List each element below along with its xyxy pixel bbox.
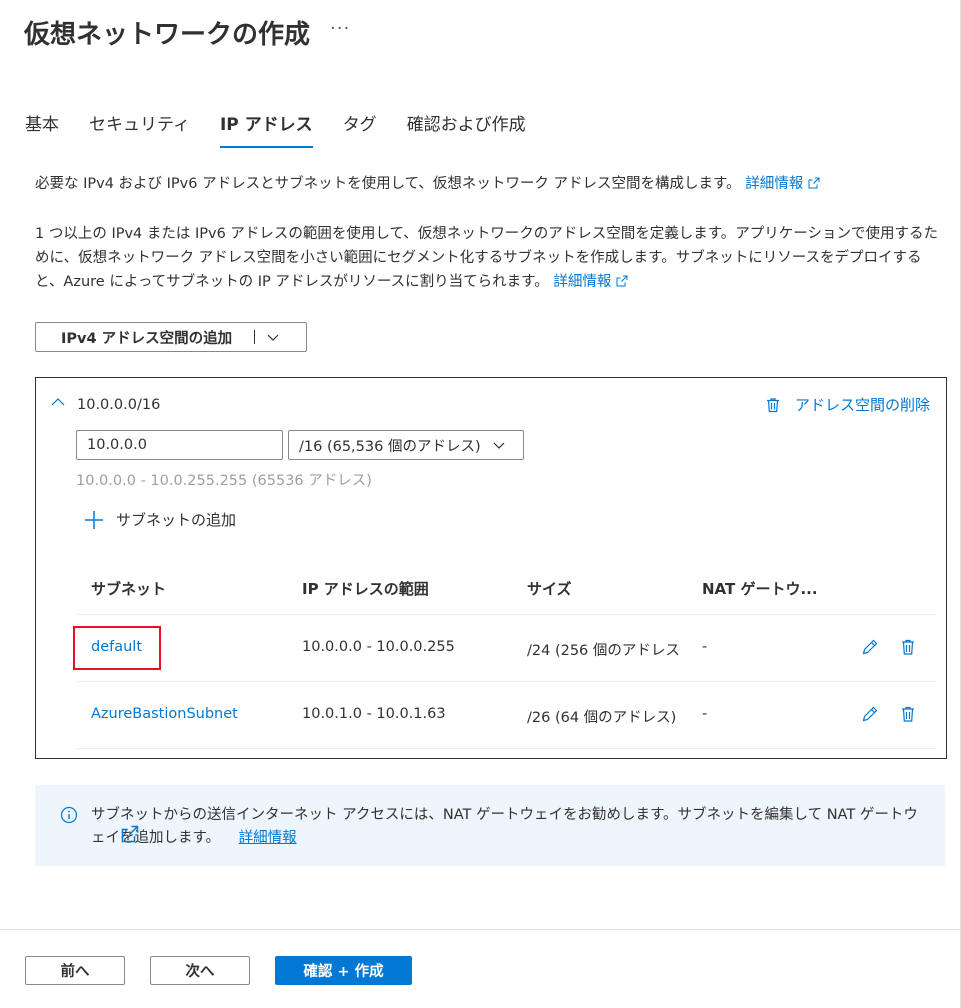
column-header-size[interactable]: サイズ (527, 578, 572, 599)
nat-gateway-info-banner: サブネットからの送信インターネット アクセスには、NAT ゲートウェイをお勧めし… (35, 785, 945, 866)
learn-more-link-2[interactable]: 詳細情報 (553, 274, 628, 290)
split-divider (254, 330, 256, 344)
external-link-icon (616, 275, 628, 287)
add-subnet-button[interactable]: サブネットの追加 (84, 509, 236, 530)
prefix-size-select[interactable]: /16 (65,536 個のアドレス) (288, 430, 524, 460)
external-link-icon (121, 825, 139, 843)
subnet-name-link[interactable]: AzureBastionSubnet (91, 706, 238, 722)
delete-address-space-button[interactable]: アドレス空間の削除 (765, 394, 930, 415)
description-intro-text: 必要な IPv4 および IPv6 アドレスとサブネットを使用して、仮想ネットワ… (35, 176, 741, 192)
next-button[interactable]: 次へ (150, 956, 250, 985)
description-address-space: 1 つ以上の IPv4 または IPv6 アドレスの範囲を使用して、仮想ネットワ… (35, 222, 945, 294)
add-ipv4-address-space-button[interactable]: IPv4 アドレス空間の追加 (35, 322, 307, 352)
chevron-down-icon (493, 442, 505, 449)
review-create-button[interactable]: 確認 + 作成 (275, 956, 412, 985)
trash-icon[interactable] (899, 705, 917, 723)
tab-review-create[interactable]: 確認および作成 (407, 112, 526, 148)
subnet-nat-gateway: - (702, 706, 708, 722)
edit-pencil-icon[interactable] (861, 638, 879, 656)
table-row: default 10.0.0.0 - 10.0.0.255 /24 (256 個… (73, 616, 936, 682)
plus-icon (85, 510, 103, 529)
add-subnet-label: サブネットの追加 (116, 511, 237, 529)
info-banner-message: サブネットからの送信インターネット アクセスには、NAT ゲートウェイをお勧めし… (91, 807, 918, 846)
address-space-panel: 10.0.0.0/16 アドレス空間の削除 /16 (65,536 個のアドレス… (35, 377, 947, 759)
prefix-size-value: /16 (65,536 個のアドレス) (299, 438, 481, 455)
address-space-cidr: 10.0.0.0/16 (77, 397, 161, 413)
footer-divider (0, 929, 961, 930)
subnet-table-header: サブネット IP アドレスの範囲 サイズ NAT ゲートウ... (76, 571, 936, 615)
address-range-hint: 10.0.0.0 - 10.0.255.255 (65536 アドレス) (76, 473, 372, 489)
delete-address-space-label: アドレス空間の削除 (794, 396, 930, 414)
column-header-nat-gateway[interactable]: NAT ゲートウ... (702, 578, 818, 599)
more-options-button[interactable]: ··· (330, 18, 350, 39)
external-link-icon (808, 177, 820, 189)
column-header-subnet[interactable]: サブネット (91, 578, 166, 599)
subnet-ip-range: 10.0.0.0 - 10.0.0.255 (302, 639, 455, 655)
tab-security[interactable]: セキュリティ (89, 112, 190, 148)
info-banner-text: サブネットからの送信インターネット アクセスには、NAT ゲートウェイをお勧めし… (91, 804, 921, 850)
subnet-nat-gateway: - (702, 639, 708, 655)
table-row: AzureBastionSubnet 10.0.1.0 - 10.0.1.63 … (76, 683, 936, 749)
previous-button[interactable]: 前へ (25, 956, 125, 985)
subnet-size: /24 (256 個のアドレス (527, 643, 680, 659)
tab-bar: 基本 セキュリティ IP アドレス タグ 確認および作成 (25, 112, 556, 148)
tab-basics[interactable]: 基本 (25, 112, 59, 148)
subnet-ip-range: 10.0.1.0 - 10.0.1.63 (302, 706, 446, 722)
ip-address-input[interactable] (76, 430, 283, 460)
learn-more-link[interactable]: 詳細情報 (745, 176, 820, 192)
add-address-space-label: IPv4 アドレス空間の追加 (61, 330, 233, 347)
tab-tags[interactable]: タグ (343, 112, 377, 148)
info-icon (60, 806, 78, 824)
subnet-size: /26 (64 個のアドレス) (527, 710, 677, 726)
column-header-ip-range[interactable]: IP アドレスの範囲 (302, 578, 429, 599)
chevron-down-icon[interactable] (265, 329, 281, 345)
chevron-up-icon[interactable] (50, 394, 66, 410)
edit-pencil-icon[interactable] (861, 705, 879, 723)
tab-ip-addresses[interactable]: IP アドレス (219, 112, 313, 148)
learn-more-link-3[interactable]: 詳細情報 (121, 825, 297, 846)
description-intro: 必要な IPv4 および IPv6 アドレスとサブネットを使用して、仮想ネットワ… (35, 172, 945, 196)
trash-icon[interactable] (899, 638, 917, 656)
page-title: 仮想ネットワークの作成 (24, 20, 311, 50)
subnet-name-link[interactable]: default (91, 639, 142, 655)
trash-icon (766, 397, 779, 412)
description-address-space-text: 1 つ以上の IPv4 または IPv6 アドレスの範囲を使用して、仮想ネットワ… (35, 226, 939, 290)
